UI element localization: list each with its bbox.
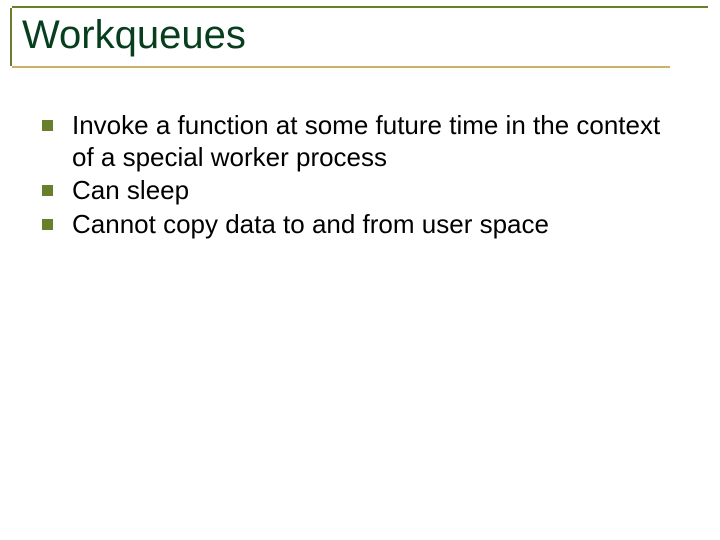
list-item: Can sleep (38, 175, 678, 207)
title-area: Workqueues (10, 6, 710, 68)
title-rule-bottom-wrap (10, 66, 710, 68)
list-item: Invoke a function at some future time in… (38, 110, 678, 173)
title-rule-bottom (12, 66, 670, 68)
bullet-text: Invoke a function at some future time in… (72, 110, 660, 172)
slide-title: Workqueues (22, 12, 710, 58)
slide: Workqueues Invoke a function at some fut… (0, 0, 720, 540)
bullet-list: Invoke a function at some future time in… (38, 110, 678, 241)
bullet-text: Can sleep (72, 175, 189, 205)
list-item: Cannot copy data to and from user space (38, 209, 678, 241)
title-box: Workqueues (10, 8, 710, 66)
body-area: Invoke a function at some future time in… (38, 110, 678, 243)
bullet-text: Cannot copy data to and from user space (72, 209, 549, 239)
